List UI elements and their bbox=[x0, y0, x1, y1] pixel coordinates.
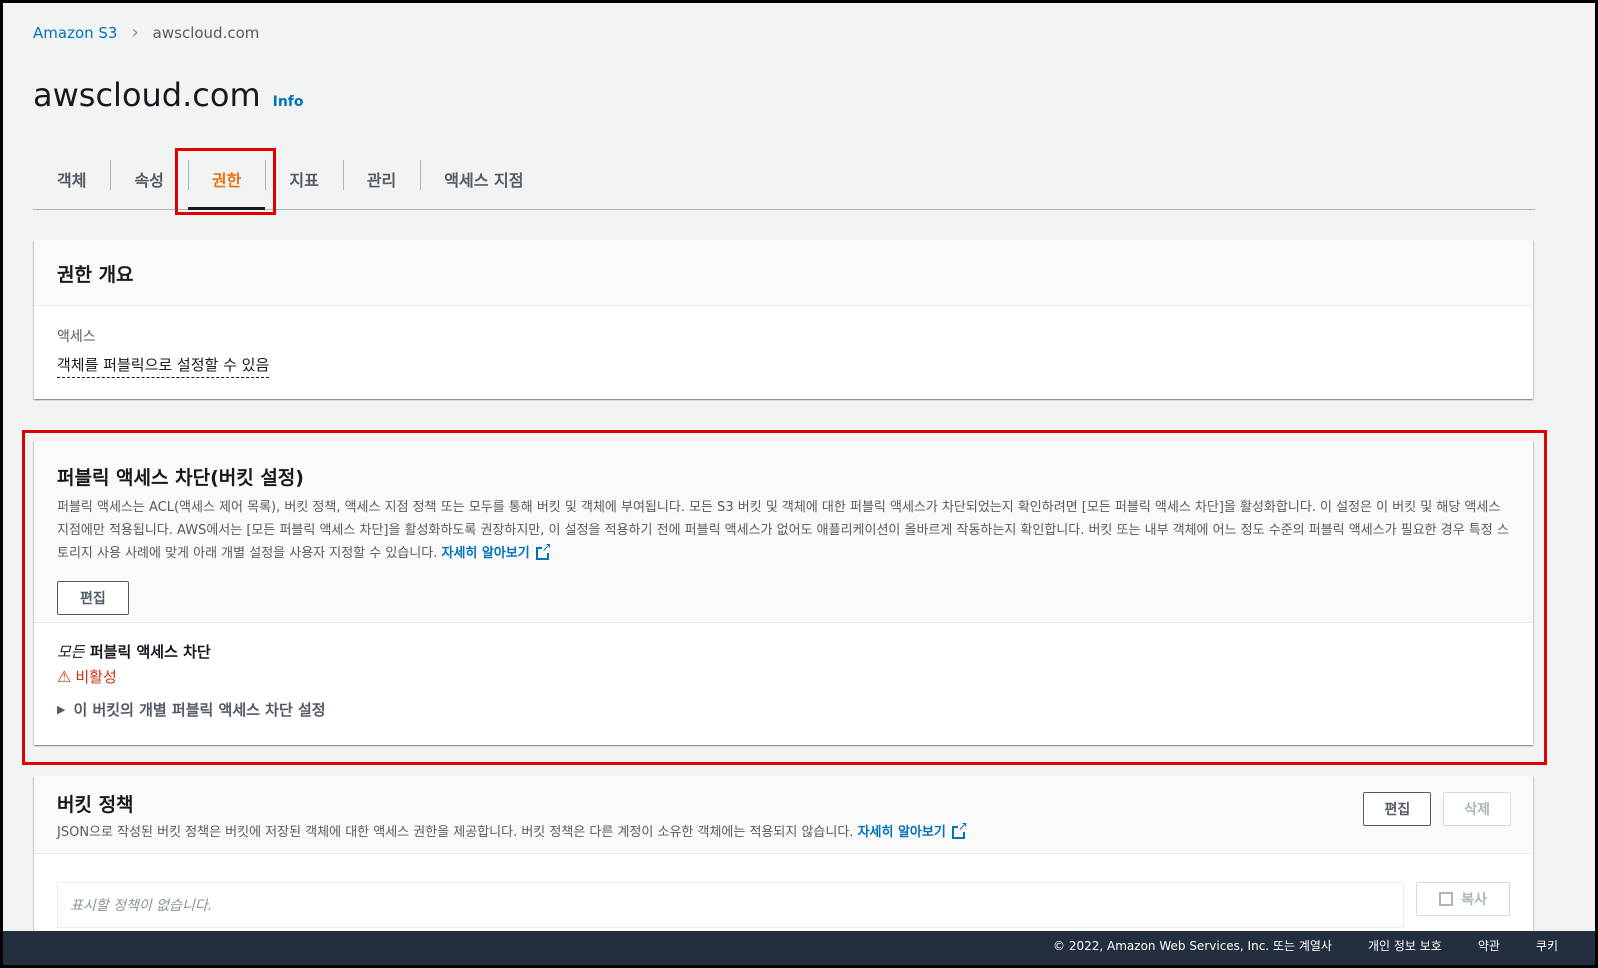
permissions-overview-panel: 권한 개요 액세스 객체를 퍼블릭으로 설정할 수 있음 bbox=[34, 240, 1533, 399]
panel-description: JSON으로 작성된 버킷 정책은 버킷에 저장된 객체에 대한 액세스 권한을… bbox=[57, 820, 1510, 844]
panel-actions: 편집 삭제 bbox=[1363, 792, 1511, 826]
cookie-link[interactable]: 쿠키 bbox=[1536, 937, 1558, 954]
copyright-text: © 2022, Amazon Web Services, Inc. 또는 계열사 bbox=[1053, 939, 1332, 953]
panel-header: 버킷 정책 JSON으로 작성된 버킷 정책은 버킷에 저장된 객체에 대한 액… bbox=[34, 776, 1533, 854]
policy-editor[interactable]: 표시할 정책이 없습니다. bbox=[57, 882, 1405, 928]
description-text: JSON으로 작성된 버킷 정책은 버킷에 저장된 객체에 대한 액세스 권한을… bbox=[57, 825, 854, 840]
tab-highlight-box bbox=[175, 148, 276, 215]
footer-links: © 2022, Amazon Web Services, Inc. 또는 계열사… bbox=[1053, 937, 1558, 954]
copy-button[interactable]: 복사 bbox=[1416, 882, 1510, 916]
tab-objects[interactable]: 객체 bbox=[33, 150, 110, 208]
edit-button[interactable]: 편집 bbox=[1363, 792, 1432, 826]
learn-more-link[interactable]: 자세히 알아보기 bbox=[858, 825, 946, 840]
privacy-link[interactable]: 개인 정보 보호 bbox=[1368, 937, 1442, 954]
info-link[interactable]: Info bbox=[273, 94, 304, 110]
panel-title: 버킷 정책 bbox=[57, 794, 134, 816]
panel-header: 권한 개요 bbox=[34, 240, 1533, 306]
breadcrumb: Amazon S3 › awscloud.com bbox=[33, 22, 259, 43]
terms-link[interactable]: 약관 bbox=[1478, 937, 1500, 954]
copy-icon bbox=[1439, 892, 1454, 906]
tab-access-points[interactable]: 액세스 지점 bbox=[420, 150, 547, 208]
delete-button[interactable]: 삭제 bbox=[1443, 792, 1511, 826]
copy-label: 복사 bbox=[1461, 891, 1487, 907]
chevron-right-icon: › bbox=[131, 22, 139, 43]
footer: © 2022, Amazon Web Services, Inc. 또는 계열사… bbox=[0, 931, 1598, 968]
access-value[interactable]: 객체를 퍼블릭으로 설정할 수 있음 bbox=[57, 354, 270, 378]
panel-highlight-box bbox=[22, 430, 1547, 765]
panel-title: 권한 개요 bbox=[57, 264, 134, 286]
access-label: 액세스 bbox=[57, 329, 96, 345]
panel-body: 액세스 객체를 퍼블릭으로 설정할 수 있음 bbox=[34, 306, 1533, 398]
page-title: awscloud.com bbox=[33, 76, 261, 114]
tab-metrics[interactable]: 지표 bbox=[265, 150, 342, 208]
breadcrumb-current: awscloud.com bbox=[152, 23, 260, 42]
external-link-icon bbox=[951, 820, 968, 839]
page-header: awscloud.com Info bbox=[33, 76, 304, 114]
breadcrumb-root-link[interactable]: Amazon S3 bbox=[33, 24, 117, 42]
tab-management[interactable]: 관리 bbox=[342, 150, 420, 208]
